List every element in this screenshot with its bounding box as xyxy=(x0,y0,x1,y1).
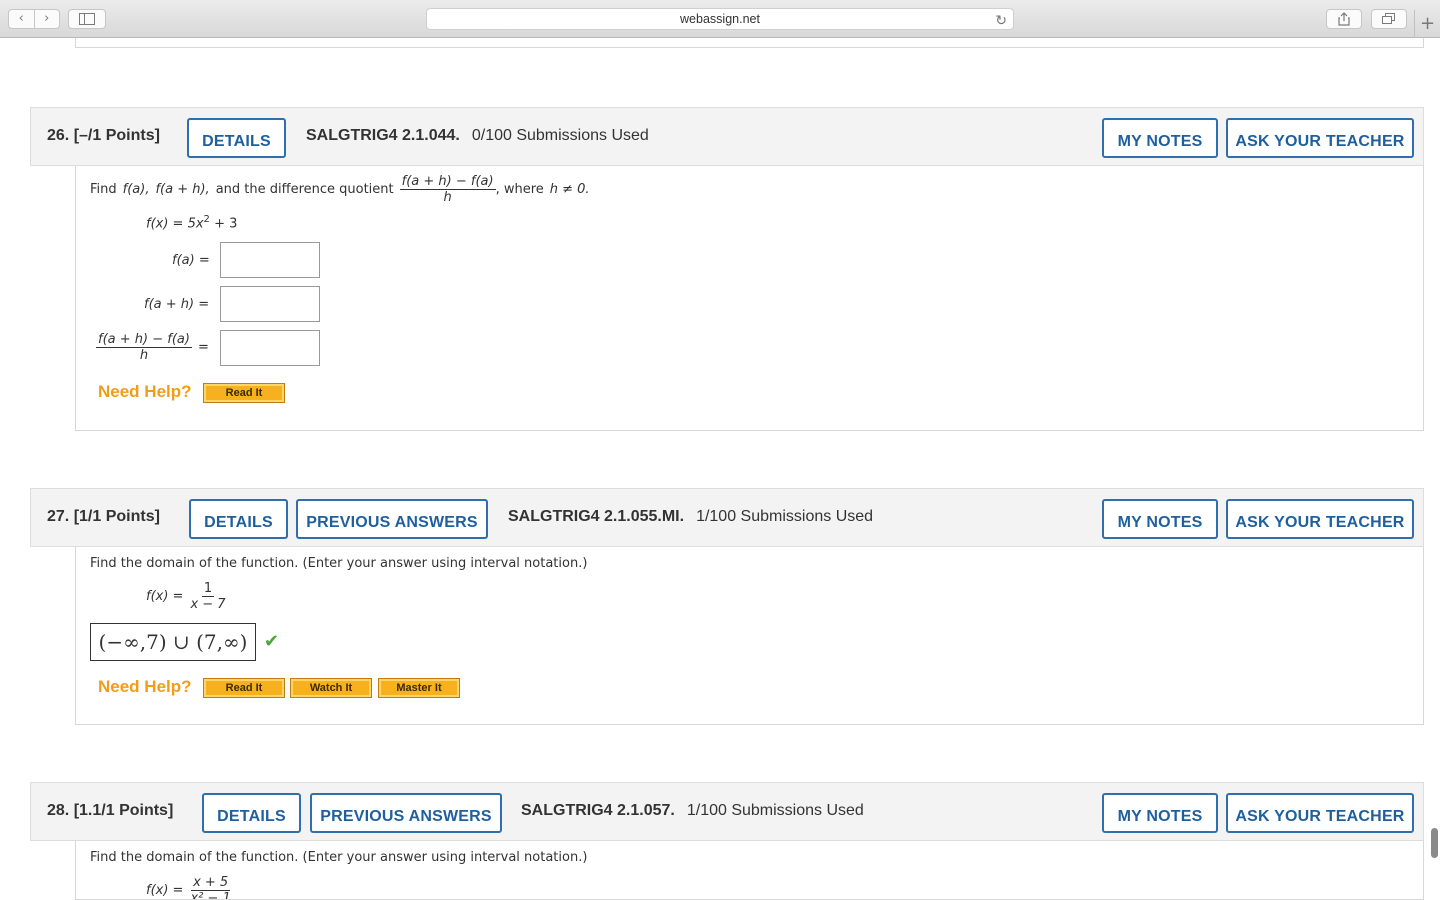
details-button[interactable]: DETAILS xyxy=(187,118,286,158)
chevron-right-icon[interactable]: › xyxy=(35,10,60,28)
page-content: 26. [–/1 Points] DETAILS SALGTRIG4 2.1.0… xyxy=(0,38,1440,900)
question-reference: SALGTRIG4 2.1.044. 0/100 Submissions Used xyxy=(306,127,649,144)
submitted-answer: (−∞,7) ∪ (7,∞) xyxy=(90,623,256,661)
details-button[interactable]: DETAILS xyxy=(202,793,301,833)
show-tabs-icon[interactable] xyxy=(1371,9,1407,29)
question-26-body: Find f(a), f(a + h), and the difference … xyxy=(75,166,1424,431)
read-it-button[interactable]: Read It xyxy=(203,383,285,403)
function-definition: f(x) = 1x − 7 xyxy=(146,581,226,612)
previous-answers-button[interactable]: PREVIOUS ANSWERS xyxy=(296,499,488,539)
question-number: 28. [1.1/1 Points] xyxy=(47,802,174,819)
share-glyph-icon xyxy=(1338,12,1350,26)
question-number: 26. [–/1 Points] xyxy=(47,127,160,144)
read-it-button[interactable]: Read It xyxy=(203,678,285,698)
new-tab-icon[interactable]: + xyxy=(1414,10,1440,38)
function-definition: f(x) = x + 5 x² − 1 xyxy=(146,875,231,900)
nav-buttons: ‹ › xyxy=(8,9,60,29)
browser-toolbar: ‹ › webassign.net ↻ + xyxy=(0,0,1440,38)
question-number: 27. [1/1 Points] xyxy=(47,508,160,525)
my-notes-button[interactable]: MY NOTES xyxy=(1102,793,1218,833)
check-icon: ✔ xyxy=(264,631,280,652)
ask-teacher-button[interactable]: ASK YOUR TEACHER xyxy=(1226,793,1414,833)
question-reference: SALGTRIG4 2.1.055.MI. 1/100 Submissions U… xyxy=(508,508,874,525)
question-28-header: 28. [1.1/1 Points] DETAILS PREVIOUS ANSW… xyxy=(30,782,1424,841)
question-26-header: 26. [–/1 Points] DETAILS SALGTRIG4 2.1.0… xyxy=(30,107,1424,166)
question-prompt: Find the domain of the function. (Enter … xyxy=(90,556,588,571)
fa-label: f(a) = xyxy=(172,253,210,268)
need-help-label: Need Help? xyxy=(98,677,192,696)
sidebar-icon xyxy=(79,13,95,25)
previous-question-body xyxy=(75,38,1424,48)
need-help-label: Need Help? xyxy=(98,382,192,401)
chevron-left-icon[interactable]: ‹ xyxy=(9,10,35,28)
question-28-body: Find the domain of the function. (Enter … xyxy=(75,841,1424,900)
sidebar-toggle-icon[interactable] xyxy=(68,9,106,29)
dq-label: f(a + h) − f(a) h = xyxy=(96,332,209,363)
question-reference: SALGTRIG4 2.1.057. 1/100 Submissions Used xyxy=(521,802,864,819)
question-prompt: Find the domain of the function. (Enter … xyxy=(90,850,588,865)
fah-answer-input[interactable] xyxy=(220,286,320,322)
question-prompt: Find f(a), f(a + h), and the difference … xyxy=(90,174,590,205)
question-27-header: 27. [1/1 Points] DETAILS PREVIOUS ANSWER… xyxy=(30,488,1424,547)
previous-answers-button[interactable]: PREVIOUS ANSWERS xyxy=(310,793,502,833)
ask-teacher-button[interactable]: ASK YOUR TEACHER xyxy=(1226,499,1414,539)
my-notes-button[interactable]: MY NOTES xyxy=(1102,499,1218,539)
question-27-body: Find the domain of the function. (Enter … xyxy=(75,547,1424,725)
share-icon[interactable] xyxy=(1326,9,1362,29)
function-definition: f(x) = 5x2 + 3 xyxy=(146,214,238,232)
dq-answer-input[interactable] xyxy=(220,330,320,366)
reload-icon[interactable]: ↻ xyxy=(995,10,1007,30)
scrollbar-thumb[interactable] xyxy=(1431,828,1438,858)
url-text: webassign.net xyxy=(680,12,760,26)
fah-label: f(a + h) = xyxy=(144,297,210,312)
ask-teacher-button[interactable]: ASK YOUR TEACHER xyxy=(1226,118,1414,158)
watch-it-button[interactable]: Watch It xyxy=(290,678,372,698)
master-it-button[interactable]: Master It xyxy=(378,678,460,698)
difference-quotient: f(a + h) − f(a) h xyxy=(399,174,496,205)
fa-answer-input[interactable] xyxy=(220,242,320,278)
address-bar[interactable]: webassign.net ↻ xyxy=(426,8,1014,30)
my-notes-button[interactable]: MY NOTES xyxy=(1102,118,1218,158)
details-button[interactable]: DETAILS xyxy=(189,499,288,539)
tabs-glyph-icon xyxy=(1382,13,1395,24)
